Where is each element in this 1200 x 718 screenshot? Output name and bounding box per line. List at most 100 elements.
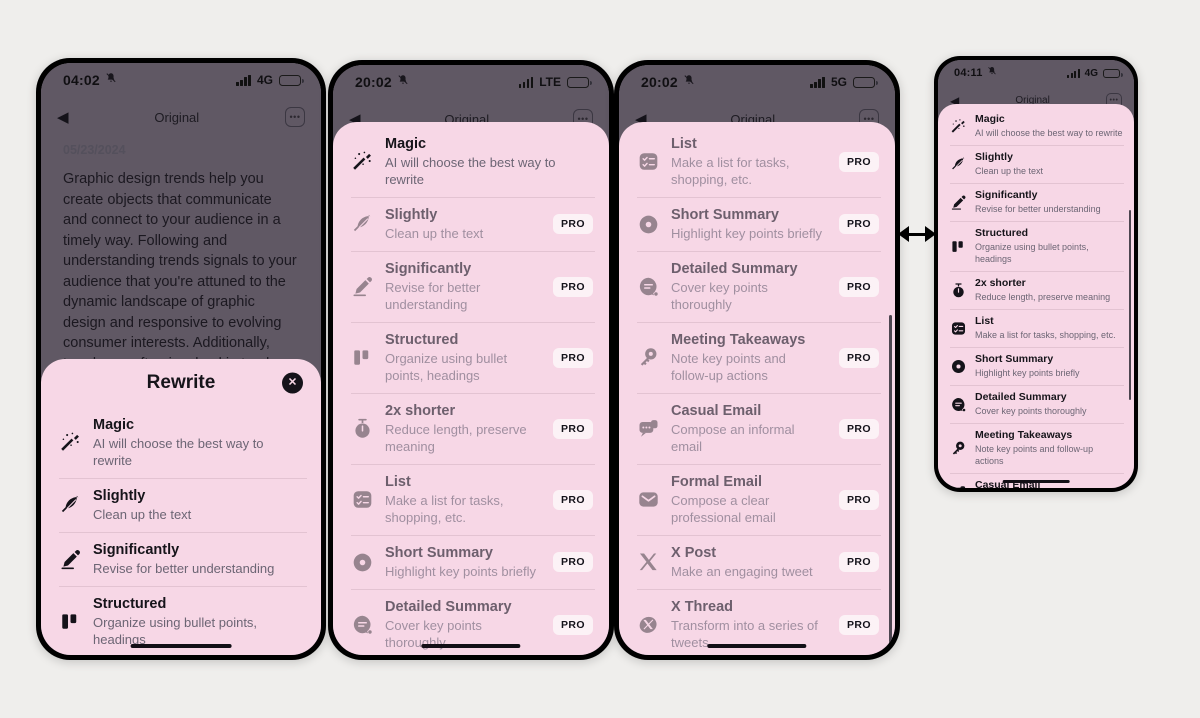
rewrite-option-row[interactable]: Formal Email Compose a clear professional…	[619, 464, 895, 535]
rewrite-option-row[interactable]: Significantly Revise for better understan…	[41, 532, 321, 586]
rewrite-option-subtitle: Organize using bullet points, headings	[385, 351, 508, 383]
list-icon	[637, 150, 660, 173]
rewrite-option-row[interactable]: Short Summary Highlight key points briefl…	[938, 347, 1134, 385]
phone-screen-3: 20:02 5G ◀ Original ••• List Make a list…	[619, 65, 895, 655]
rewrite-option-text: Slightly Clean up the text	[975, 151, 1123, 177]
rewrite-option-row[interactable]: Detailed Summary Cover key points thoroug…	[619, 251, 895, 322]
rewrite-option-text: Short Summary Highlight key points briefl…	[671, 206, 822, 242]
status-bar-3: 20:02 5G	[619, 65, 895, 99]
phone-mockup-4: 04:11 4G ◀ Original ••• Magic AI will ch…	[934, 56, 1138, 492]
rewrite-option-row[interactable]: Slightly Clean up the text PRO	[333, 197, 609, 251]
status-network: 5G	[830, 75, 847, 89]
rewrite-option-row[interactable]: Significantly Revise for better understan…	[333, 251, 609, 322]
pen-icon	[59, 548, 82, 571]
rewrite-option-text: Significantly Revise for better understan…	[93, 541, 305, 577]
rewrite-option-subtitle: Make an engaging tweet	[671, 564, 813, 579]
vertical-scrollbar[interactable]	[889, 315, 892, 645]
rewrite-option-row[interactable]: 2x shorter Reduce length, preserve meanin…	[938, 271, 1134, 309]
rewrite-option-row[interactable]: Structured Organize using bullet points, …	[938, 221, 1134, 271]
pro-badge: PRO	[553, 418, 593, 439]
rewrite-options-list-3[interactable]: List Make a list for tasks, shopping, etc…	[619, 122, 895, 655]
rewrite-option-title: Magic	[975, 113, 1005, 125]
home-indicator	[1002, 480, 1070, 483]
rewrite-sheet-2: Magic AI will choose the best way to rewr…	[333, 122, 609, 655]
rewrite-option-text: Magic AI will choose the best way to rewr…	[385, 135, 593, 188]
rewrite-option-text: Significantly Revise for better understan…	[385, 260, 536, 313]
columns-icon	[950, 238, 967, 255]
rewrite-option-subtitle: Note key points and follow-up actions	[671, 351, 786, 383]
back-triangle-icon[interactable]: ◀	[57, 110, 69, 125]
rewrite-option-row[interactable]: Detailed Summary Cover key points thoroug…	[938, 385, 1134, 423]
rewrite-option-title: List	[975, 315, 994, 327]
vertical-scrollbar[interactable]	[1128, 210, 1131, 400]
short-summary-icon	[637, 213, 660, 236]
pro-badge: PRO	[553, 276, 593, 297]
feather-icon	[59, 494, 82, 517]
double-headed-arrow-icon	[898, 226, 936, 242]
status-time: 20:02	[355, 74, 392, 90]
rewrite-option-subtitle: Make a list for tasks, shopping, etc.	[385, 493, 504, 525]
rewrite-option-row[interactable]: List Make a list for tasks, shopping, etc…	[333, 464, 609, 535]
rewrite-option-text: Magic AI will choose the best way to rewr…	[93, 416, 305, 469]
key-icon	[950, 440, 967, 457]
rewrite-option-row[interactable]: X Post Make an engaging tweet PRO	[619, 535, 895, 589]
rewrite-option-row[interactable]: Structured Organize using bullet points, …	[333, 322, 609, 393]
columns-icon	[59, 610, 82, 633]
rewrite-option-row[interactable]: Slightly Clean up the text	[938, 145, 1134, 183]
rewrite-option-text: Meeting Takeaways Note key points and fol…	[671, 331, 822, 384]
signal-bars-icon	[810, 76, 825, 88]
rewrite-option-title: Formal Email	[671, 474, 763, 490]
stopwatch-icon	[351, 417, 374, 440]
rewrite-options-list-2[interactable]: Magic AI will choose the best way to rewr…	[333, 122, 609, 655]
arrow-head-left	[898, 226, 909, 242]
pro-badge: PRO	[839, 214, 879, 234]
rewrite-option-row[interactable]: 2x shorter Reduce length, preserve meanin…	[333, 393, 609, 464]
detailed-summary-icon	[637, 275, 660, 298]
rewrite-option-title: Short Summary	[385, 545, 493, 561]
pro-badge: PRO	[553, 552, 593, 572]
rewrite-option-row[interactable]: Magic AI will choose the best way to rewr…	[938, 107, 1134, 145]
rewrite-option-subtitle: Make a list for tasks, shopping, etc.	[671, 155, 790, 187]
battery-icon	[279, 74, 304, 86]
status-time: 20:02	[641, 74, 678, 90]
page-title: Original	[154, 109, 200, 125]
rewrite-option-row[interactable]: List Make a list for tasks, shopping, etc…	[619, 126, 895, 197]
screenshot-canvas: 04:02 4G ◀ Original ••• 05/23/2024 Graph…	[0, 0, 1200, 718]
rewrite-option-row[interactable]: Magic AI will choose the best way to rewr…	[333, 126, 609, 197]
rewrite-option-row[interactable]: Significantly Revise for better understan…	[938, 183, 1134, 221]
pro-badge: PRO	[839, 347, 879, 368]
magic-wand-icon	[59, 431, 82, 454]
rewrite-options-list-4[interactable]: Magic AI will choose the best way to rewr…	[938, 104, 1134, 488]
rewrite-option-title: Short Summary	[671, 207, 779, 223]
rewrite-option-row[interactable]: List Make a list for tasks, shopping, etc…	[938, 309, 1134, 347]
rewrite-option-row[interactable]: Meeting Takeaways Note key points and fol…	[938, 423, 1134, 473]
rewrite-option-row[interactable]: Casual Email Compose an informal email PRO	[619, 393, 895, 464]
nav-bar-1: ◀ Original •••	[41, 97, 321, 131]
rewrite-option-text: List Make a list for tasks, shopping, etc…	[671, 135, 822, 188]
ellipsis-icon[interactable]: •••	[285, 107, 305, 127]
rewrite-options-list-1[interactable]: Magic AI will choose the best way to rewr…	[41, 407, 321, 655]
rewrite-option-text: Short Summary Highlight key points briefl…	[975, 353, 1123, 379]
rewrite-option-subtitle: Compose a clear professional email	[671, 493, 776, 525]
rewrite-option-row[interactable]: Short Summary Highlight key points briefl…	[619, 197, 895, 251]
rewrite-option-row[interactable]: Magic AI will choose the best way to rewr…	[41, 407, 321, 478]
rewrite-option-title: Detailed Summary	[385, 599, 512, 615]
rewrite-option-subtitle: Cover key points thoroughly	[671, 280, 768, 312]
rewrite-option-subtitle: Clean up the text	[93, 507, 192, 522]
close-icon[interactable]: ✕	[282, 372, 303, 394]
bell-slash-icon	[683, 74, 695, 89]
sheet-title: Rewrite	[146, 372, 216, 393]
rewrite-option-row[interactable]: Short Summary Highlight key points briefl…	[333, 535, 609, 589]
rewrite-option-row[interactable]: Meeting Takeaways Note key points and fol…	[619, 322, 895, 393]
rewrite-option-row[interactable]: Slightly Clean up the text	[41, 478, 321, 532]
rewrite-option-text: Detailed Summary Cover key points thoroug…	[975, 391, 1123, 417]
home-indicator	[130, 644, 232, 648]
list-icon	[351, 488, 374, 511]
rewrite-option-text: Slightly Clean up the text	[93, 487, 305, 523]
rewrite-option-text: Structured Organize using bullet points, …	[975, 227, 1123, 265]
rewrite-option-title: Magic	[93, 417, 135, 433]
phone-mockup-1: 04:02 4G ◀ Original ••• 05/23/2024 Graph…	[36, 58, 326, 660]
rewrite-option-title: Magic	[385, 136, 427, 152]
bell-slash-icon	[105, 72, 117, 87]
rewrite-option-subtitle: Revise for better understanding	[385, 280, 481, 312]
